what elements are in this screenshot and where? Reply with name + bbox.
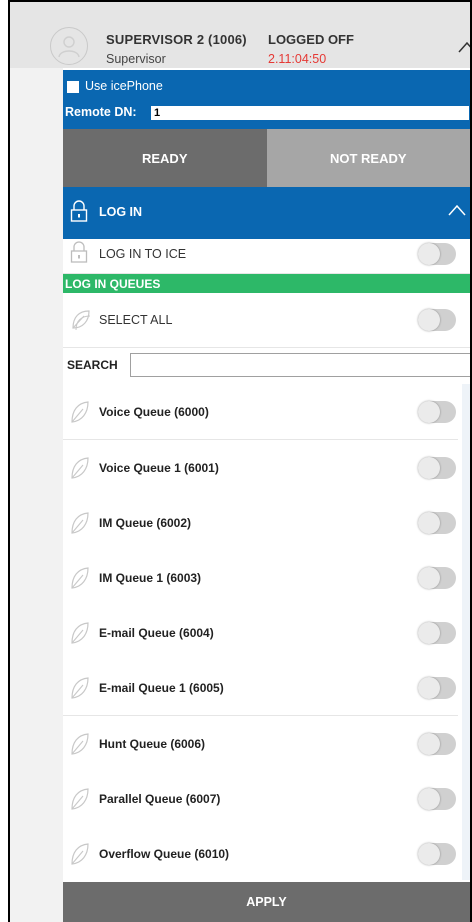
log-in-title: LOG IN [99, 205, 143, 219]
queue-toggle[interactable] [418, 457, 456, 479]
user-header: SUPERVISOR 2 (1006) Supervisor LOGGED OF… [10, 0, 472, 68]
queue-list: Voice Queue (6000) Voice Queue 1 (6001) … [63, 384, 470, 880]
queue-label: Overflow Queue (6010) [99, 847, 230, 861]
not-ready-button[interactable]: NOT READY [266, 129, 470, 187]
queue-label: E-mail Queue (6004) [99, 626, 214, 640]
leaf-icon [70, 787, 90, 816]
queue-row: E-mail Queue (6004) [63, 605, 458, 661]
apply-button[interactable]: APPLY [63, 882, 470, 922]
queue-label: Parallel Queue (6007) [99, 792, 221, 806]
queue-label: Voice Queue 1 (6001) [99, 461, 219, 475]
queue-toggle[interactable] [418, 567, 456, 589]
queue-row: Voice Queue 1 (6001) [63, 440, 458, 496]
leaf-icon [70, 456, 90, 485]
queue-toggle[interactable] [418, 512, 456, 534]
remote-dn-label: Remote DN: [65, 105, 137, 119]
leaf-icon [70, 566, 90, 595]
icephone-section: Use icePhone Remote DN: 1 [63, 70, 470, 129]
queue-list-scrollbar[interactable] [462, 384, 470, 880]
frame-border-left [8, 0, 10, 922]
search-label: SEARCH [67, 358, 118, 372]
leaf-icon [70, 732, 90, 761]
queue-toggle[interactable] [418, 622, 456, 644]
queue-label: Hunt Queue (6006) [99, 737, 206, 751]
select-all-label: SELECT ALL [99, 313, 173, 327]
agent-panel: Use icePhone Remote DN: 1 READY NOT READ… [63, 70, 471, 922]
status-timer: 2.11:04:50 [268, 52, 327, 66]
queue-row: Parallel Queue (6007) [63, 771, 458, 827]
queue-toggle[interactable] [418, 733, 456, 755]
leaf-icon [70, 842, 90, 871]
use-icephone-checkbox[interactable] [67, 81, 79, 93]
use-icephone-label: Use icePhone [85, 79, 163, 93]
user-status: LOGGED OFF [268, 32, 354, 47]
leaf-icon [70, 621, 90, 650]
queue-row: Hunt Queue (6006) [63, 716, 458, 772]
leaf-icon [70, 676, 90, 705]
log-in-queues-title: LOG IN QUEUES [65, 277, 161, 291]
queue-search-input[interactable] [130, 353, 471, 377]
ready-button[interactable]: READY [63, 129, 267, 187]
queue-label: IM Queue 1 (6003) [99, 571, 202, 585]
queue-toggle[interactable] [418, 677, 456, 699]
queue-toggle[interactable] [418, 401, 456, 423]
left-gutter [10, 0, 63, 922]
log-in-to-ice-label: LOG IN TO ICE [99, 247, 187, 261]
queue-row: IM Queue 1 (6003) [63, 550, 458, 606]
user-role: Supervisor [106, 52, 166, 66]
queue-label: E-mail Queue 1 (6005) [99, 681, 224, 695]
leaf-icon [70, 511, 90, 540]
log-in-queues-header: LOG IN QUEUES [63, 274, 470, 293]
log-in-to-ice-row: LOG IN TO ICE [63, 239, 470, 274]
log-in-to-ice-toggle[interactable] [418, 243, 456, 265]
queue-toggle[interactable] [418, 788, 456, 810]
queue-row: E-mail Queue 1 (6005) [63, 660, 458, 716]
queue-label: IM Queue (6002) [99, 516, 192, 530]
queue-row: Voice Queue (6000) [63, 384, 458, 440]
user-avatar-icon [50, 27, 88, 65]
select-all-row: SELECT ALL [63, 293, 470, 348]
log-in-section-header[interactable]: LOG IN [63, 187, 470, 239]
select-all-icon [70, 308, 92, 337]
chevron-up-icon[interactable] [447, 203, 467, 222]
queue-toggle[interactable] [418, 843, 456, 865]
lock-icon [69, 241, 89, 268]
select-all-toggle[interactable] [418, 309, 456, 331]
leaf-icon [70, 400, 90, 429]
user-name: SUPERVISOR 2 (1006) [106, 32, 247, 47]
queue-row: IM Queue (6002) [63, 495, 458, 551]
lock-icon [69, 200, 89, 227]
queue-row: Overflow Queue (6010) [63, 826, 458, 880]
queue-label: Voice Queue (6000) [99, 405, 209, 419]
remote-dn-input[interactable]: 1 [151, 106, 469, 120]
queue-search-row: SEARCH [63, 348, 471, 378]
app-frame: SUPERVISOR 2 (1006) Supervisor LOGGED OF… [0, 0, 472, 922]
